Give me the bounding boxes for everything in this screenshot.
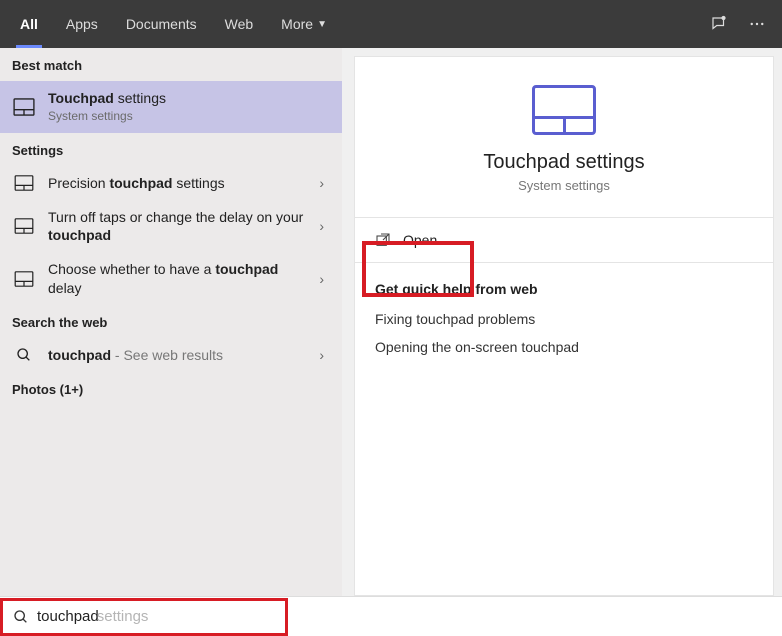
t: - See web results [111, 347, 223, 363]
more-options-icon[interactable] [738, 0, 776, 48]
search-tabbar: All Apps Documents Web More ▼ [0, 0, 782, 48]
search-autocomplete-ghost: settings [97, 608, 149, 625]
annotation-highlight-open [362, 241, 474, 297]
results-panel: Best match Touchpad settings System sett… [0, 48, 342, 596]
touchpad-icon [12, 271, 36, 287]
chevron-right-icon: › [319, 218, 330, 234]
t: delay [48, 280, 81, 296]
web-result-text: touchpad - See web results [48, 346, 307, 364]
search-typed-text: touchpad [37, 608, 99, 625]
detail-subtitle: System settings [518, 178, 610, 193]
t: Choose whether to have a [48, 261, 215, 277]
search-body: Best match Touchpad settings System sett… [0, 48, 782, 596]
touchpad-icon [12, 218, 36, 234]
t: settings [172, 175, 224, 191]
touchpad-icon [12, 175, 36, 191]
best-match-text: Touchpad settings System settings [48, 89, 330, 125]
chevron-right-icon: › [319, 175, 330, 191]
t: Turn off taps or change the delay on you… [48, 209, 303, 225]
settings-result-2-text: Choose whether to have a touchpad delay [48, 260, 307, 296]
t: touchpad [109, 175, 172, 191]
best-match-title-bold: Touchpad [48, 90, 114, 106]
chevron-right-icon: › [319, 271, 330, 287]
chevron-down-icon: ▼ [317, 19, 327, 30]
settings-result-0-text: Precision touchpad settings [48, 174, 307, 192]
detail-title: Touchpad settings [483, 151, 644, 174]
best-match-sub: System settings [48, 109, 330, 125]
section-photos: Photos (1+) [0, 372, 342, 405]
settings-result-2[interactable]: Choose whether to have a touchpad delay … [0, 252, 342, 304]
touchpad-icon [12, 98, 36, 116]
tab-all[interactable]: All [6, 0, 52, 48]
chevron-right-icon: › [319, 347, 330, 363]
search-bar: touchpad settings [0, 596, 782, 636]
search-icon [12, 347, 36, 363]
tab-apps[interactable]: Apps [52, 0, 112, 48]
settings-result-0[interactable]: Precision touchpad settings › [0, 166, 342, 200]
web-result[interactable]: touchpad - See web results › [0, 338, 342, 372]
section-search-web: Search the web [0, 305, 342, 338]
section-settings: Settings [0, 133, 342, 166]
help-link-1[interactable]: Opening the on-screen touchpad [375, 339, 753, 355]
tab-documents[interactable]: Documents [112, 0, 211, 48]
t: touchpad [215, 261, 278, 277]
tab-more-label: More [281, 16, 313, 32]
search-icon [13, 609, 29, 625]
touchpad-large-icon [532, 85, 596, 135]
best-match-result[interactable]: Touchpad settings System settings [0, 81, 342, 133]
t: touchpad [48, 227, 111, 243]
tab-more[interactable]: More ▼ [267, 0, 341, 48]
help-link-0[interactable]: Fixing touchpad problems [375, 311, 753, 327]
t: touchpad [48, 347, 111, 363]
best-match-title-rest: settings [114, 90, 166, 106]
tab-web[interactable]: Web [211, 0, 268, 48]
detail-panel: Touchpad settings System settings Open G… [354, 56, 774, 596]
settings-result-1-text: Turn off taps or change the delay on you… [48, 208, 307, 244]
section-best-match: Best match [0, 48, 342, 81]
annotation-highlight-searchbox: touchpad settings [0, 598, 288, 636]
detail-hero: Touchpad settings System settings [355, 57, 773, 217]
feedback-icon[interactable] [700, 0, 738, 48]
t: Precision [48, 175, 109, 191]
settings-result-1[interactable]: Turn off taps or change the delay on you… [0, 200, 342, 252]
